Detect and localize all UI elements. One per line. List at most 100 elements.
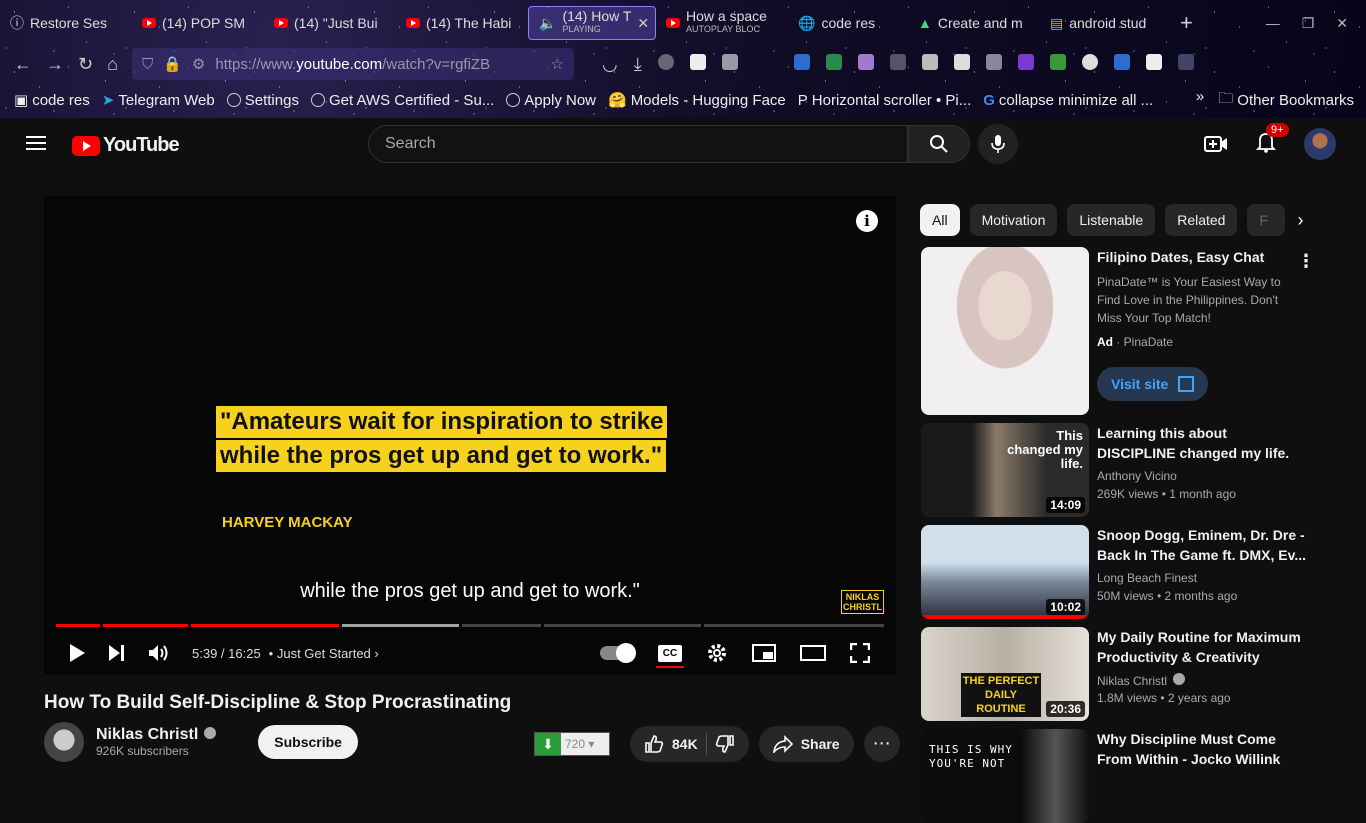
progress-bar[interactable] — [56, 624, 884, 627]
video-title[interactable]: Learning this about DISCIPLINE changed m… — [1097, 423, 1307, 463]
extension-feather-icon[interactable] — [857, 53, 874, 70]
create-video-icon[interactable] — [1204, 134, 1228, 154]
chip-cut-off[interactable]: F — [1247, 204, 1286, 236]
extension-screen-icon[interactable] — [985, 53, 1002, 70]
notifications-button[interactable]: 9+ — [1255, 122, 1289, 158]
other-bookmarks[interactable]: 🗀 Other Bookmarks — [1218, 88, 1354, 113]
extension-card-icon[interactable] — [953, 53, 970, 70]
ad-thumbnail[interactable] — [921, 247, 1089, 415]
bookmark-item[interactable]: P Horizontal scroller • Pi... — [798, 92, 971, 109]
account-avatar[interactable] — [1304, 128, 1336, 160]
extension-fi-icon[interactable] — [793, 53, 810, 70]
address-bar[interactable]: ⛉ 🔒 ⚙ https://www.youtube.com/watch?v=rg… — [131, 48, 574, 80]
subtitles-button[interactable]: CC — [656, 644, 684, 668]
new-tab-plus-icon[interactable]: + — [1180, 10, 1193, 36]
chip-listenable[interactable]: Listenable — [1067, 204, 1156, 236]
bookmark-item[interactable]: Settings — [226, 92, 299, 109]
channel-avatar[interactable] — [44, 722, 84, 762]
bookmarks-overflow-icon[interactable]: » — [1196, 88, 1204, 113]
channel-name[interactable]: Niklas Christl — [1097, 673, 1186, 688]
video-title[interactable]: Snoop Dogg, Eminem, Dr. Dre - Back In Th… — [1097, 525, 1307, 565]
bookmark-star-icon[interactable]: ☆ — [551, 55, 564, 73]
more-actions-icon[interactable]: ⋯ — [863, 726, 900, 762]
recommended-video[interactable]: 10:02 Snoop Dogg, Eminem, Dr. Dre - Back… — [921, 525, 1351, 619]
subscribe-button[interactable]: Subscribe — [258, 725, 358, 759]
minimize-icon[interactable]: — — [1266, 15, 1280, 32]
video-title[interactable]: My Daily Routine for Maximum Productivit… — [1097, 627, 1307, 667]
menu-icon[interactable] — [26, 136, 46, 150]
channel-watermark[interactable]: NIKLAS CHRISTL — [841, 590, 884, 614]
autoplay-toggle[interactable] — [600, 643, 636, 663]
volume-icon[interactable] — [148, 643, 170, 663]
lock-icon[interactable]: 🔒 — [163, 55, 182, 73]
thumbs-down-icon[interactable] — [715, 734, 735, 754]
window-close-icon[interactable]: ✕ — [1336, 15, 1348, 32]
extension-bookmark-icon[interactable] — [1113, 53, 1130, 70]
video-player[interactable]: i "Amateurs wait for inspiration to stri… — [44, 196, 896, 674]
extension-pen-icon[interactable] — [889, 53, 906, 70]
permissions-icon[interactable]: ⚙ — [192, 55, 205, 73]
video-thumbnail[interactable]: This changed my life. 14:09 — [921, 423, 1089, 517]
reload-icon[interactable]: ↻ — [78, 54, 93, 75]
tab-active-playing[interactable]: 🔈 (14) How T PLAYING ✕ — [528, 6, 656, 40]
extension-down-icon[interactable] — [1049, 53, 1066, 70]
extension-square-icon[interactable] — [921, 53, 938, 70]
search-button[interactable] — [908, 125, 970, 163]
bookmark-item[interactable]: Gcollapse minimize all ... — [983, 92, 1153, 109]
tab-android-studio[interactable]: ▤ android stud — [1040, 6, 1172, 40]
bookmark-item[interactable]: Apply Now — [506, 92, 596, 109]
extension-v-icon[interactable] — [721, 53, 738, 70]
channel-name[interactable]: Niklas Christl — [96, 726, 217, 744]
youtube-logo[interactable]: YouTube — [72, 134, 180, 157]
settings-gear-icon[interactable] — [706, 642, 728, 664]
next-icon[interactable] — [108, 644, 126, 662]
fullscreen-icon[interactable] — [850, 643, 870, 663]
visit-site-button[interactable]: Visit site — [1097, 367, 1209, 401]
video-thumbnail[interactable]: THIS IS WHY YOU'RE NOT — [921, 729, 1089, 823]
play-icon[interactable] — [68, 643, 86, 663]
extension-shield-icon[interactable] — [825, 53, 842, 70]
share-button[interactable]: Share — [758, 726, 854, 762]
video-thumbnail[interactable]: THE PERFECT DAILY ROUTINE 20:36 — [921, 627, 1089, 721]
tab-youtube-3[interactable]: (14) The Habi — [396, 6, 528, 40]
tab-youtube-5[interactable]: How a space AUTOPLAY BLOC — [656, 6, 788, 40]
close-icon[interactable]: ✕ — [637, 15, 649, 32]
like-count[interactable]: 84K — [672, 736, 698, 752]
recommended-video[interactable]: THE PERFECT DAILY ROUTINE 20:36 My Daily… — [921, 627, 1351, 721]
extension-note-icon[interactable] — [689, 53, 706, 70]
chapter-title[interactable]: • Just Get Started › — [269, 646, 379, 661]
channel-name[interactable]: Anthony Vicino — [1097, 469, 1177, 483]
pocket-icon[interactable]: ◡ — [602, 54, 618, 75]
speaker-icon[interactable]: 🔈 — [539, 15, 556, 32]
home-icon[interactable]: ⌂ — [107, 54, 118, 75]
download-icon[interactable]: ⤓ — [634, 54, 642, 75]
tab-youtube-1[interactable]: (14) POP SM — [132, 6, 264, 40]
chip-all[interactable]: All — [920, 204, 960, 236]
recommended-video[interactable]: THIS IS WHY YOU'RE NOT Why Discipline Mu… — [921, 729, 1351, 823]
extension-search-icon[interactable] — [1145, 53, 1162, 70]
theater-mode-icon[interactable] — [800, 645, 826, 661]
miniplayer-icon[interactable] — [752, 644, 776, 662]
url-text[interactable]: https://www.youtube.com/watch?v=rgfiZB — [215, 56, 540, 73]
shield-icon[interactable]: ⛉ — [142, 56, 153, 73]
info-icon[interactable]: i — [856, 210, 878, 232]
tab-code-res[interactable]: 🌐 code res — [788, 6, 908, 40]
ad-title[interactable]: Filipino Dates, Easy Chat — [1097, 249, 1264, 265]
sponsored-ad[interactable]: Filipino Dates, Easy Chat ⋮ PinaDate™ is… — [921, 247, 1351, 415]
download-arrow-icon[interactable]: ⬇ — [535, 733, 561, 755]
chip-motivation[interactable]: Motivation — [969, 204, 1058, 236]
tab-youtube-2[interactable]: (14) "Just Bui — [264, 6, 396, 40]
tab-restore-session[interactable]: ⓘ Restore Ses — [0, 6, 132, 40]
channel-name[interactable]: Long Beach Finest — [1097, 571, 1197, 585]
download-extension[interactable]: ⬇ 720 ▾ — [534, 732, 610, 756]
forward-arrow-icon[interactable]: → — [46, 54, 64, 75]
video-thumbnail[interactable]: 10:02 — [921, 525, 1089, 619]
extension-a-icon[interactable] — [657, 53, 674, 70]
bookmark-item[interactable]: 🤗 Models - Hugging Face — [608, 91, 786, 110]
tab-create[interactable]: ▲ Create and m — [908, 6, 1040, 40]
thumbs-up-icon[interactable] — [644, 734, 664, 754]
maximize-icon[interactable]: ❐ — [1302, 15, 1315, 32]
extension-mouse-icon[interactable] — [1081, 53, 1098, 70]
back-arrow-icon[interactable]: ← — [14, 54, 32, 75]
quality-select[interactable]: 720 ▾ — [561, 733, 609, 755]
